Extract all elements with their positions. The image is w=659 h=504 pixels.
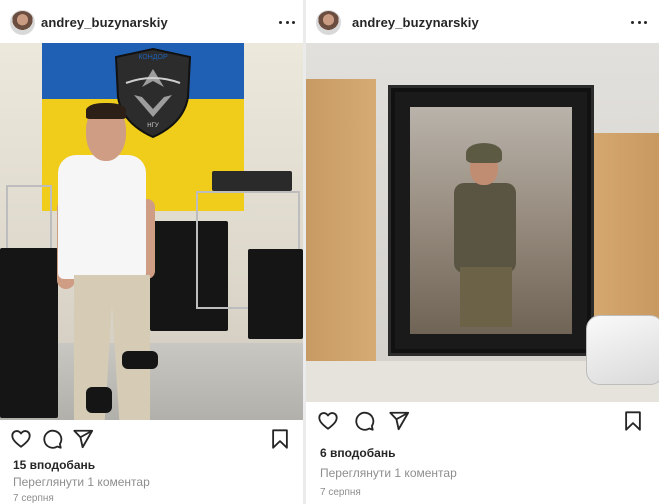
emblem-caption: НГУ bbox=[147, 123, 159, 129]
view-comments-link[interactable]: Переглянути 1 коментар bbox=[13, 475, 150, 489]
save-button[interactable] bbox=[269, 428, 291, 450]
more-options-button[interactable] bbox=[628, 12, 650, 32]
more-dot bbox=[644, 20, 647, 24]
post-date: 7 серпня bbox=[13, 493, 54, 504]
comment-icon bbox=[43, 429, 63, 449]
share-button[interactable] bbox=[388, 410, 410, 432]
bookmark-icon bbox=[272, 429, 288, 449]
send-icon bbox=[389, 411, 410, 431]
username[interactable]: andrey_buzynarskiy bbox=[352, 15, 479, 30]
more-dot bbox=[637, 20, 641, 24]
person-shirt bbox=[58, 155, 146, 279]
photo-equipment-case bbox=[212, 171, 292, 191]
more-dot bbox=[292, 20, 295, 24]
photo-chair bbox=[248, 249, 303, 339]
person-shoe bbox=[122, 351, 158, 369]
likes-count[interactable]: 15 вподобань bbox=[13, 458, 95, 472]
save-button[interactable] bbox=[622, 410, 644, 432]
post-left: andrey_buzynarskiy КОНДОР НГУ 15 вподоба… bbox=[0, 0, 303, 504]
photo-router bbox=[586, 315, 659, 385]
soldier-legs bbox=[460, 267, 512, 327]
comment-button[interactable] bbox=[353, 410, 375, 432]
emblem-title: КОНДОР bbox=[138, 54, 168, 61]
photo-wood-panel bbox=[306, 79, 376, 402]
more-dot bbox=[285, 20, 289, 24]
soldier-body bbox=[454, 183, 516, 273]
more-options-button[interactable] bbox=[276, 12, 298, 32]
action-bar bbox=[306, 410, 659, 438]
like-button[interactable] bbox=[10, 428, 32, 450]
share-button[interactable] bbox=[72, 428, 94, 450]
bookmark-icon bbox=[625, 411, 641, 431]
post-photo[interactable]: КОНДОР НГУ bbox=[0, 43, 303, 420]
more-dot bbox=[279, 20, 282, 24]
action-bar bbox=[0, 428, 303, 456]
like-button[interactable] bbox=[317, 410, 339, 432]
post-date: 7 серпня bbox=[320, 487, 361, 498]
heart-icon bbox=[318, 412, 338, 430]
person-shoe bbox=[86, 387, 112, 413]
comment-icon bbox=[355, 411, 375, 431]
view-comments-link[interactable]: Переглянути 1 коментар bbox=[320, 466, 457, 480]
avatar[interactable] bbox=[10, 10, 35, 35]
photo-chair bbox=[6, 185, 52, 255]
likes-count[interactable]: 6 вподобань bbox=[320, 446, 395, 460]
person-hair bbox=[86, 103, 126, 119]
heart-icon bbox=[11, 430, 31, 448]
post-photo[interactable] bbox=[306, 43, 659, 402]
picture-frame bbox=[388, 85, 594, 356]
comment-button[interactable] bbox=[41, 428, 63, 450]
framed-portrait bbox=[410, 107, 572, 334]
avatar[interactable] bbox=[316, 10, 341, 35]
post-header: andrey_buzynarskiy bbox=[0, 0, 303, 45]
post-header: andrey_buzynarskiy bbox=[306, 0, 659, 45]
more-dot bbox=[631, 20, 634, 24]
soldier-helmet bbox=[466, 143, 502, 163]
username[interactable]: andrey_buzynarskiy bbox=[41, 15, 168, 30]
post-right: andrey_buzynarskiy 6 вподобань Перегляну… bbox=[306, 0, 659, 504]
send-icon bbox=[73, 429, 94, 449]
photo-equipment-case bbox=[0, 248, 58, 418]
